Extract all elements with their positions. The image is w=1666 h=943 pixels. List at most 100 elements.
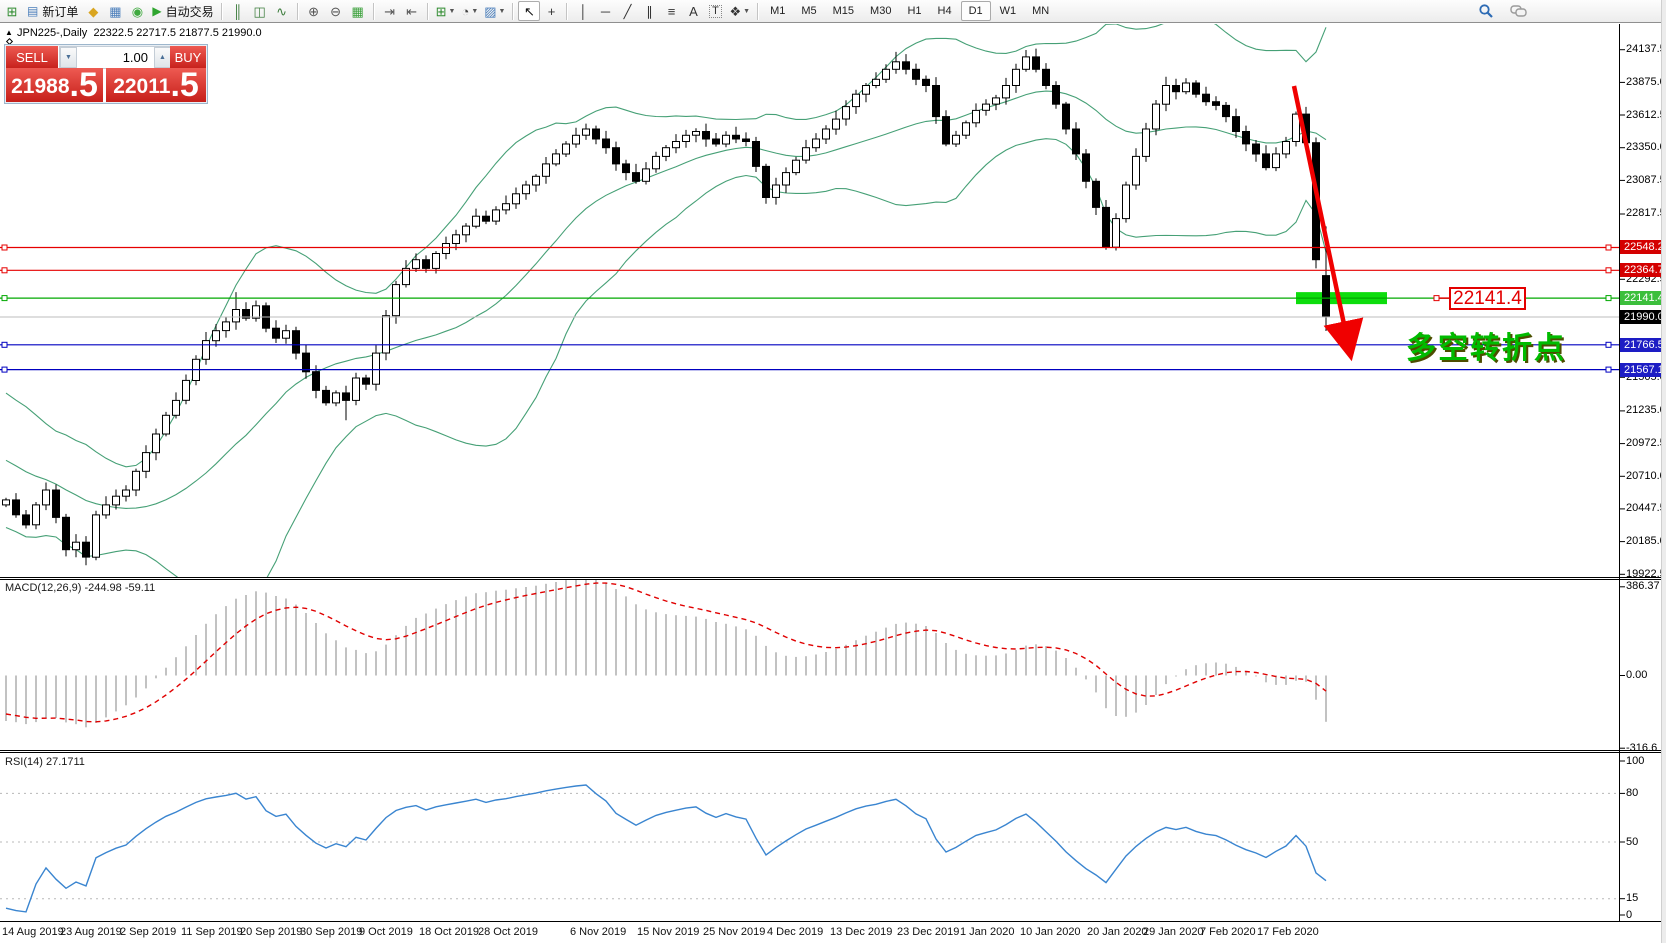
price-tick-label: 20710.0 [1626, 470, 1666, 483]
price-tick-label: 23612.5 [1626, 109, 1666, 122]
periods-icon[interactable]: ◔▼ [458, 1, 481, 21]
toolbar: ⊞ ▤ 新订单 ◆▦◉ ▶ 自动交易 ║◫∿ ⊕⊖▦ ⇥⇤ ⊞▼◔▼▨▼ ↖+ … [0, 0, 1666, 23]
volume-decrease-button[interactable]: ▼ [60, 47, 77, 68]
rsi-tick-label: 0 [1626, 909, 1632, 922]
signals-icon: ◉ [132, 5, 143, 18]
arrows-icon[interactable]: ❖▼ [726, 1, 753, 21]
sell-button[interactable]: SELL [6, 46, 58, 69]
channel-icon[interactable]: ∥ [638, 1, 660, 21]
buy-price-frac: .5 [170, 72, 198, 100]
toolbar-separator [427, 3, 429, 20]
templates-icon[interactable]: ▨▼ [481, 1, 508, 21]
timeframe-button-M1[interactable]: M1 [763, 1, 792, 21]
signals-icon[interactable]: ◉ [126, 1, 148, 21]
chart-canvas[interactable] [0, 0, 1666, 943]
new-order-button[interactable]: ▤ 新订单 [24, 1, 81, 21]
dropdown-caret-icon: ▼ [743, 8, 750, 15]
autotrade-button[interactable]: ▶ 自动交易 [149, 1, 216, 21]
toolbar-group: ⇥⇤ [379, 1, 423, 21]
macd-tick-label: 386.37 [1626, 580, 1660, 593]
periods-icon: ◔ [461, 5, 469, 18]
crosshair-icon[interactable]: + [540, 1, 562, 21]
timeframe-button-H1[interactable]: H1 [900, 1, 928, 21]
text-label-icon[interactable]: T [704, 1, 726, 21]
toolbar-right-group [1475, 1, 1531, 21]
indicators-icon[interactable]: ⊞▼ [433, 1, 459, 21]
date-label: 2 Sep 2019 [120, 926, 176, 938]
price-level-label: 21766.5 [1620, 338, 1666, 352]
turning-point-annotation[interactable]: 多空转折点 [1406, 323, 1566, 367]
dropdown-caret-icon: ▼ [471, 8, 478, 15]
price-tick-label: 20447.5 [1626, 502, 1666, 515]
candlestick-chart-icon[interactable]: ◫ [249, 1, 271, 21]
cursor-icon[interactable]: ↖ [518, 1, 540, 21]
price-tick-label: 23875.0 [1626, 76, 1666, 89]
timeframe-button-M30[interactable]: M30 [863, 1, 898, 21]
autotrade-label: 自动交易 [166, 3, 214, 20]
sell-price-button[interactable]: 21988 .5 [6, 68, 103, 102]
text-icon[interactable]: A [682, 1, 704, 21]
timeframe-button-M15[interactable]: M15 [826, 1, 861, 21]
chat-icon[interactable] [1507, 1, 1531, 21]
new-order-icon: ▤ [27, 5, 38, 17]
toolbar-group: ◆ ▦ ◉ [82, 1, 148, 21]
indicators-icon: ⊞ [436, 5, 447, 18]
date-label: 6 Nov 2019 [570, 926, 626, 938]
toolbar-separator [512, 3, 514, 20]
volume-increase-button[interactable]: ▲ [154, 47, 171, 68]
zoom-out-icon[interactable]: ⊖ [325, 1, 347, 21]
price-level-label: 22548.2 [1620, 240, 1666, 254]
date-label: 23 Dec 2019 [897, 926, 959, 938]
profile-icon: ◆ [88, 5, 98, 18]
price-tick-label: 20185.0 [1626, 535, 1666, 548]
symbol-ohlc: 22322.5 22717.5 21877.5 21990.0 [93, 27, 261, 39]
bar-chart-icon[interactable]: ║ [227, 1, 249, 21]
auto-scroll-icon[interactable]: ⇥ [379, 1, 401, 21]
date-label: 28 Oct 2019 [478, 926, 538, 938]
toolbar-separator [373, 3, 375, 20]
zoom-in-icon[interactable]: ⊕ [303, 1, 325, 21]
timeframe-toolbar: M1M5M15M30H1H4D1W1MN [763, 1, 1056, 21]
one-click-collapse-arrow[interactable]: ▲ [5, 28, 13, 37]
timeframe-button-MN[interactable]: MN [1025, 1, 1056, 21]
arrows-icon: ❖ [729, 5, 741, 18]
sell-price-frac: .5 [70, 72, 98, 100]
price-level-label: 22141.4 [1620, 291, 1666, 305]
current-price-label: 21990.0 [1620, 310, 1666, 324]
fibonacci-icon[interactable]: ≡ [660, 1, 682, 21]
toolbar-group: ║◫ ∿ [227, 1, 293, 21]
search-icon[interactable] [1475, 1, 1497, 21]
timeframe-button-D1[interactable]: D1 [961, 1, 991, 21]
toolbar-separator [297, 3, 299, 20]
timeframe-button-H4[interactable]: H4 [931, 1, 959, 21]
macd-tick-label: 0.00 [1626, 669, 1647, 682]
line-chart-icon[interactable]: ∿ [271, 1, 293, 21]
horizontal-line-icon[interactable]: ─ [594, 1, 616, 21]
vertical-line-icon[interactable]: │ [572, 1, 594, 21]
date-label: 25 Nov 2019 [703, 926, 765, 938]
date-label: 11 Sep 2019 [181, 926, 243, 938]
toolbar-separator [566, 3, 568, 20]
price-tick-label: 24137.5 [1626, 43, 1666, 56]
buy-price-button[interactable]: 22011 .5 [106, 68, 206, 102]
tile-windows-icon[interactable]: ▦ [347, 1, 369, 21]
toolbar-group: ⊕ ⊖ ▦ [303, 1, 369, 21]
market-watch-icon[interactable]: ▦ [104, 1, 126, 21]
date-label: 20 Jan 2020 [1087, 926, 1148, 938]
new-chart-icon[interactable]: ⊞ [1, 1, 23, 21]
profile-icon[interactable]: ◆ [82, 1, 104, 21]
rsi-tick-label: 100 [1626, 755, 1644, 768]
timeframe-button-M5[interactable]: M5 [794, 1, 823, 21]
toolbar-group: ⊞ [1, 1, 23, 21]
line-chart-icon: ∿ [276, 5, 287, 18]
price-annotation-box[interactable]: 22141.4 [1449, 287, 1526, 310]
timeframe-button-W1[interactable]: W1 [993, 1, 1024, 21]
window-frame-edge [1661, 0, 1666, 943]
zoom-out-icon: ⊖ [330, 5, 341, 18]
date-label: 18 Oct 2019 [419, 926, 479, 938]
trendline-icon[interactable]: ╱ [616, 1, 638, 21]
chart-shift-icon[interactable]: ⇤ [401, 1, 423, 21]
volume-value[interactable]: 1.00 [77, 47, 154, 68]
sell-price-main: 21988 [11, 76, 69, 100]
fibonacci-icon: ≡ [668, 5, 676, 18]
